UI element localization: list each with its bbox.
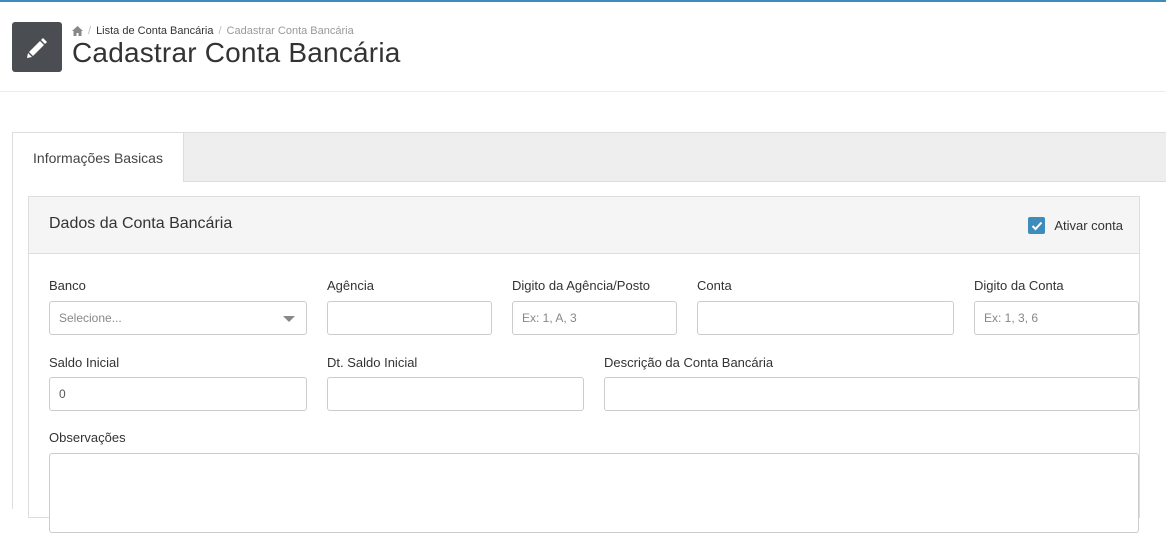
saldo-inicial-label: Saldo Inicial [49,355,120,370]
descricao-input[interactable] [604,377,1139,411]
checkbox-checked-icon[interactable] [1028,217,1046,234]
ativar-conta-checkbox[interactable]: Ativar conta [1028,217,1123,234]
home-icon[interactable] [72,26,83,36]
dt-saldo-inicial-label: Dt. Saldo Inicial [327,355,418,370]
pencil-icon [12,22,62,72]
conta-input[interactable] [697,301,954,335]
digito-agencia-input[interactable] [512,301,677,335]
banco-select[interactable]: Selecione... [49,301,307,335]
agencia-input[interactable] [327,301,492,335]
digito-conta-label: Digito da Conta [974,278,1064,293]
breadcrumb-current: Cadastrar Conta Bancária [226,25,354,37]
page-title: Cadastrar Conta Bancária [72,37,401,68]
observacoes-textarea[interactable] [49,453,1139,533]
page-header: / Lista de Conta Bancária / Cadastrar Co… [0,2,1166,92]
breadcrumb-separator: / [88,25,92,37]
ativar-conta-label: Ativar conta [1054,218,1123,233]
descricao-label: Descrição da Conta Bancária [604,355,774,370]
content-area: Informações Basicas Dados da Conta Bancá… [0,92,1166,533]
breadcrumb-separator: / [218,25,222,37]
observacoes-label: Observações [49,430,126,445]
digito-agencia-label: Digito da Agência/Posto [512,278,651,293]
banco-label: Banco [49,278,86,293]
breadcrumb: / Lista de Conta Bancária / Cadastrar Co… [72,25,354,37]
panel-title: Dados da Conta Bancária [49,215,233,232]
breadcrumb-link-lista[interactable]: Lista de Conta Bancária [96,25,213,37]
dt-saldo-inicial-input[interactable] [327,377,584,411]
dados-conta-panel: Dados da Conta Bancária Ativar conta Ban… [28,196,1140,533]
saldo-inicial-input[interactable] [49,377,307,411]
panel-header: Dados da Conta Bancária Ativar conta [29,197,1139,254]
agencia-label: Agência [327,278,374,293]
digito-conta-input[interactable] [974,301,1139,335]
chevron-down-icon [283,316,295,322]
banco-selected-value: Selecione... [59,311,122,325]
tabs-container: Informações Basicas Dados da Conta Bancá… [12,132,1166,533]
tab-strip: Informações Basicas [13,133,1166,182]
conta-label: Conta [697,278,732,293]
tab-informacoes-basicas[interactable]: Informações Basicas [13,133,184,182]
